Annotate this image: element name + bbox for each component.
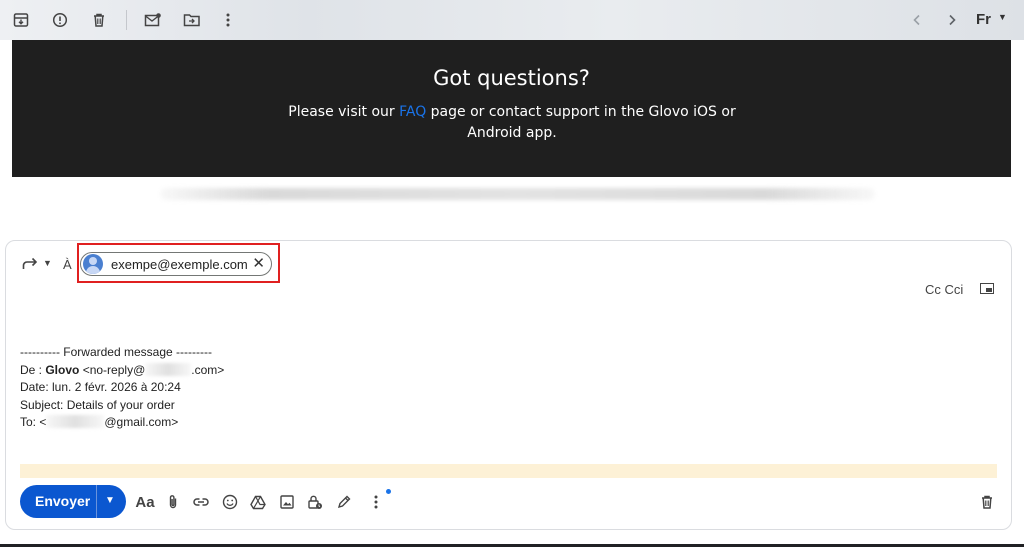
forward-icon[interactable] [22, 257, 38, 276]
popout-icon[interactable] [980, 283, 994, 294]
forwarded-to: To: < @gmail.com> [20, 414, 224, 432]
next-icon[interactable] [943, 11, 961, 29]
avatar [83, 254, 103, 274]
banner-text: Please visit our FAQ page or contact sup… [272, 102, 752, 144]
attach-icon[interactable] [164, 493, 182, 511]
top-toolbar: Fr ▼ [0, 0, 1024, 40]
archive-icon[interactable] [12, 11, 30, 29]
signature-icon[interactable] [335, 493, 353, 511]
close-icon[interactable]: ✕ [252, 256, 265, 272]
to-label: À [63, 257, 72, 272]
more-options-icon[interactable] [367, 493, 385, 511]
to-end: @gmail.com> [104, 415, 179, 429]
recipient-email: exempe@exemple.com [111, 256, 248, 272]
send-divider [96, 485, 97, 518]
toolbar-divider [126, 10, 127, 30]
chevron-down-icon[interactable]: ▼ [43, 258, 52, 268]
forwarded-header: ---------- Forwarded message --------- [20, 345, 212, 359]
banner-text-before: Please visit our [288, 104, 400, 120]
redacted-text [145, 362, 192, 376]
link-icon[interactable] [192, 493, 210, 511]
send-label: Envoyer [35, 493, 91, 509]
banner-text-after: page or contact support in the Glovo iOS… [426, 104, 736, 141]
delete-icon[interactable] [90, 11, 108, 29]
drive-icon[interactable] [249, 493, 267, 511]
compose-panel: ▼ À exempe@exemple.com ✕ Cc Cci --------… [5, 240, 1012, 530]
email-banner: Got questions? Please visit our FAQ page… [12, 40, 1011, 177]
from-label: De : [20, 362, 46, 377]
schedule-send-chevron-icon[interactable]: ▼ [105, 495, 115, 506]
from-email-start: <no-reply@ [82, 362, 146, 377]
send-button[interactable]: Envoyer ▼ [20, 485, 126, 518]
redacted-footer [160, 188, 875, 200]
formatting-options-button[interactable]: Aa [135, 493, 154, 511]
mark-unread-icon[interactable] [144, 11, 162, 29]
redacted-text [46, 415, 105, 428]
more-icon[interactable] [219, 11, 237, 29]
from-email-end: .com> [191, 362, 225, 377]
chevron-down-icon[interactable]: ▼ [998, 12, 1007, 22]
discard-draft-icon[interactable] [978, 493, 996, 511]
recipient-chip[interactable]: exempe@exemple.com ✕ [80, 252, 272, 276]
photo-icon[interactable] [278, 493, 296, 511]
from-name: Glovo [45, 362, 80, 377]
language-selector[interactable]: Fr [976, 11, 991, 28]
notification-dot [386, 489, 391, 494]
confidential-mode-icon[interactable] [306, 493, 324, 511]
banner-title: Got questions? [433, 66, 590, 90]
move-to-icon[interactable] [183, 11, 201, 29]
emoji-icon[interactable] [221, 493, 239, 511]
forwarded-date: Date: lun. 2 févr. 2026 à 20:24 [20, 380, 181, 394]
quoted-content-strip [20, 464, 997, 478]
forwarded-from: De : Glovo <no-reply@ .com> [20, 362, 224, 380]
forwarded-message[interactable]: ---------- Forwarded message --------- D… [20, 344, 224, 432]
prev-icon[interactable] [908, 11, 926, 29]
cc-bcc-toggle[interactable]: Cc Cci [925, 282, 963, 297]
forwarded-subject: Subject: Details of your order [20, 397, 175, 412]
faq-link[interactable]: FAQ [399, 104, 426, 120]
report-spam-icon[interactable] [51, 11, 69, 29]
to-start: To: < [20, 415, 47, 429]
